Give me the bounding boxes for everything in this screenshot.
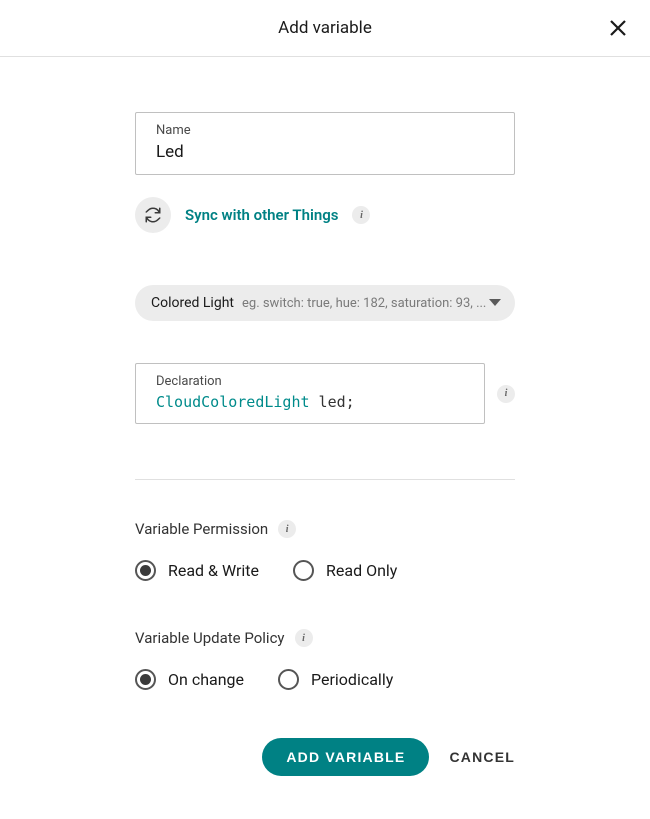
info-icon[interactable]: i — [352, 206, 370, 224]
info-icon[interactable]: i — [497, 385, 515, 403]
update-option-periodic[interactable]: Periodically — [278, 669, 393, 690]
info-icon[interactable]: i — [295, 629, 313, 647]
radio-icon — [278, 669, 299, 690]
name-label: Name — [156, 123, 494, 138]
permission-option-rw[interactable]: Read & Write — [135, 560, 259, 581]
declaration-code: CloudColoredLight led; — [156, 393, 464, 411]
sync-link[interactable]: Sync with other Things — [185, 206, 338, 224]
declaration-label: Declaration — [156, 374, 464, 389]
radio-icon — [135, 560, 156, 581]
update-policy-radio-row: On change Periodically — [135, 669, 515, 690]
declaration-group: Declaration CloudColoredLight led; — [135, 363, 485, 424]
declaration-var-token: led; — [310, 393, 355, 411]
button-row: ADD VARIABLE CANCEL — [135, 738, 515, 776]
declaration-wrapper: Declaration CloudColoredLight led; i — [135, 363, 515, 424]
sync-icon — [144, 206, 162, 224]
name-input[interactable] — [156, 142, 494, 162]
radio-label: On change — [168, 670, 244, 689]
dialog-header: Add variable — [0, 0, 650, 57]
info-icon[interactable]: i — [278, 520, 296, 538]
permission-label-row: Variable Permission i — [135, 520, 515, 538]
update-policy-label: Variable Update Policy — [135, 629, 285, 647]
radio-label: Read Only — [326, 561, 397, 580]
type-selected-name: Colored Light — [151, 295, 234, 311]
radio-icon — [293, 560, 314, 581]
radio-label: Periodically — [311, 670, 393, 689]
close-button[interactable] — [604, 14, 632, 42]
divider — [135, 479, 515, 480]
add-variable-button[interactable]: ADD VARIABLE — [262, 738, 429, 776]
radio-label: Read & Write — [168, 561, 259, 580]
close-icon — [609, 19, 627, 37]
type-select[interactable]: Colored Light eg. switch: true, hue: 182… — [135, 285, 515, 321]
dialog-title: Add variable — [278, 18, 372, 38]
update-option-onchange[interactable]: On change — [135, 669, 244, 690]
dialog-body: Name Sync with other Things i Colored Li… — [0, 57, 650, 806]
type-hint: eg. switch: true, hue: 182, saturation: … — [242, 296, 499, 311]
permission-radio-row: Read & Write Read Only — [135, 560, 515, 581]
declaration-type-token: CloudColoredLight — [156, 393, 310, 411]
permission-option-ro[interactable]: Read Only — [293, 560, 397, 581]
name-field-group[interactable]: Name — [135, 112, 515, 175]
sync-icon-button[interactable] — [135, 197, 171, 233]
permission-label: Variable Permission — [135, 520, 268, 538]
chevron-down-icon — [489, 299, 501, 307]
sync-row: Sync with other Things i — [135, 197, 515, 233]
update-policy-label-row: Variable Update Policy i — [135, 629, 515, 647]
radio-icon — [135, 669, 156, 690]
cancel-button[interactable]: CANCEL — [449, 749, 515, 765]
